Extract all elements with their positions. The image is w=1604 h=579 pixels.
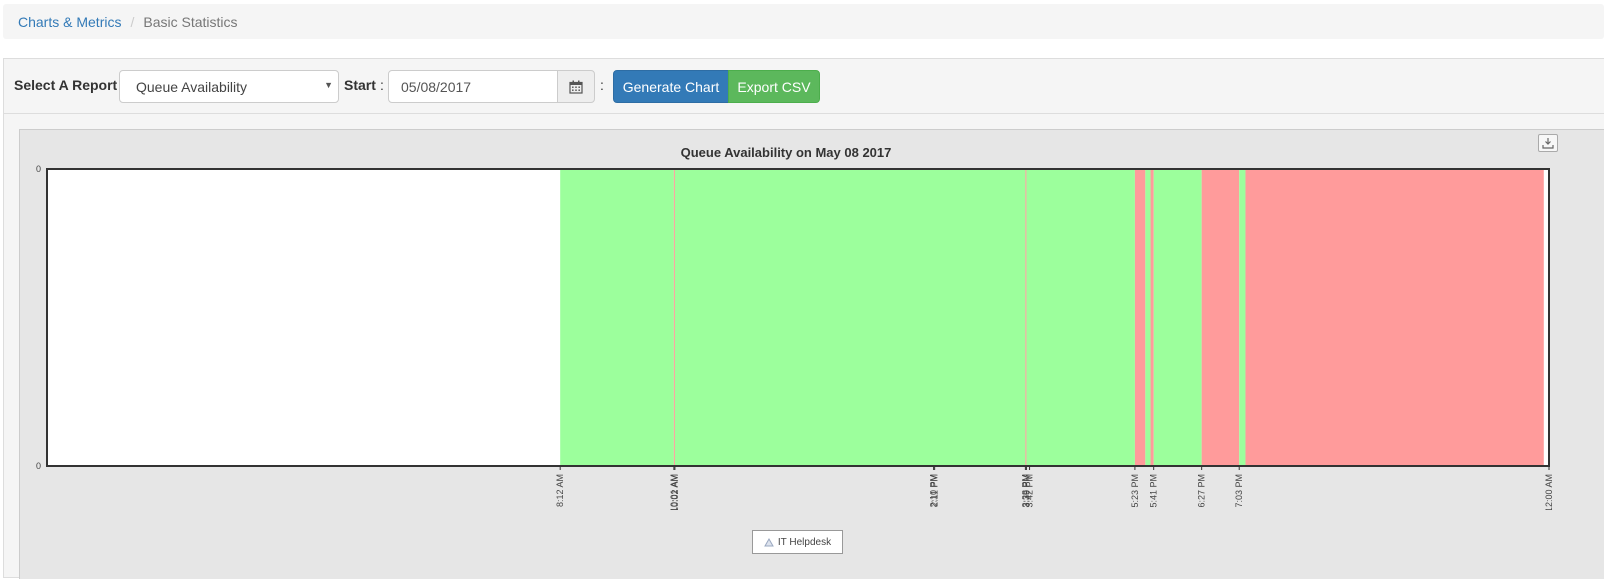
export-csv-button[interactable]: Export CSV [728, 70, 820, 103]
x-tick-label-7: 3:42 PM [1025, 474, 1035, 508]
breadcrumb-link-charts-metrics[interactable]: Charts & Metrics [18, 14, 121, 30]
availability-segment-4 [1026, 169, 1135, 466]
x-tick-label-11: 7:03 PM [1234, 474, 1244, 508]
availability-segment-7 [1150, 169, 1154, 466]
report-select-label: Select A Report [14, 77, 118, 93]
chart-legend[interactable]: IT Helpdesk [752, 530, 843, 554]
availability-segment-5 [1134, 169, 1146, 466]
availability-segment-3 [1025, 169, 1027, 466]
breadcrumb-separator: / [130, 13, 135, 30]
x-tick-label-0: 8:12 AM [555, 474, 565, 507]
triangle-icon [764, 537, 774, 546]
legend-item-label: IT Helpdesk [777, 536, 832, 548]
caret-down-icon: ▼ [324, 80, 333, 90]
report-select-value: Queue Availability [136, 79, 248, 95]
generate-chart-button[interactable]: Generate Chart [613, 70, 729, 103]
availability-segment-10 [1239, 169, 1246, 466]
calendar-button[interactable] [557, 70, 595, 103]
x-tick-label-10: 6:27 PM [1197, 474, 1207, 508]
x-tick-label-8: 5:23 PM [1130, 474, 1140, 508]
report-panel: Select A Report Queue Availability ▼ Sta… [3, 58, 1604, 579]
calendar-icon [569, 80, 583, 94]
start-colon: : [380, 77, 384, 93]
chart-container: Queue Availability on May 08 2017 0 0 8:12… [19, 129, 1604, 579]
y-tick-label-0: 0 [36, 164, 41, 174]
availability-segment-2 [674, 169, 1026, 466]
x-tick-label-2: 10:02 AM [670, 474, 680, 510]
availability-segment-11 [1245, 169, 1544, 466]
date-colon: : [600, 77, 604, 93]
y-tick-label-1: 0 [36, 461, 41, 471]
start-label: Start [344, 77, 376, 93]
availability-segment-1 [673, 169, 675, 466]
report-select[interactable]: Queue Availability ▼ [119, 70, 339, 103]
report-toolbar: Select A Report Queue Availability ▼ Sta… [4, 59, 1604, 114]
x-tick-label-4: 2:11 PM [930, 474, 940, 507]
availability-segment-6 [1145, 169, 1151, 466]
availability-segment-0 [560, 169, 674, 466]
breadcrumb-current: Basic Statistics [143, 13, 238, 30]
breadcrumb: Charts & Metrics / Basic Statistics [3, 4, 1604, 39]
availability-segment-9 [1201, 169, 1240, 466]
start-date-input[interactable] [388, 70, 558, 103]
x-tick-label-12: 12:00 AM [1544, 474, 1554, 510]
x-tick-label-9: 5:41 PM [1149, 474, 1159, 508]
chart-plot: 008:12 AM 10:01 AM10:02 AM 2:10 PM2:11 PM 3… [36, 164, 1554, 510]
availability-segment-8 [1153, 169, 1202, 466]
